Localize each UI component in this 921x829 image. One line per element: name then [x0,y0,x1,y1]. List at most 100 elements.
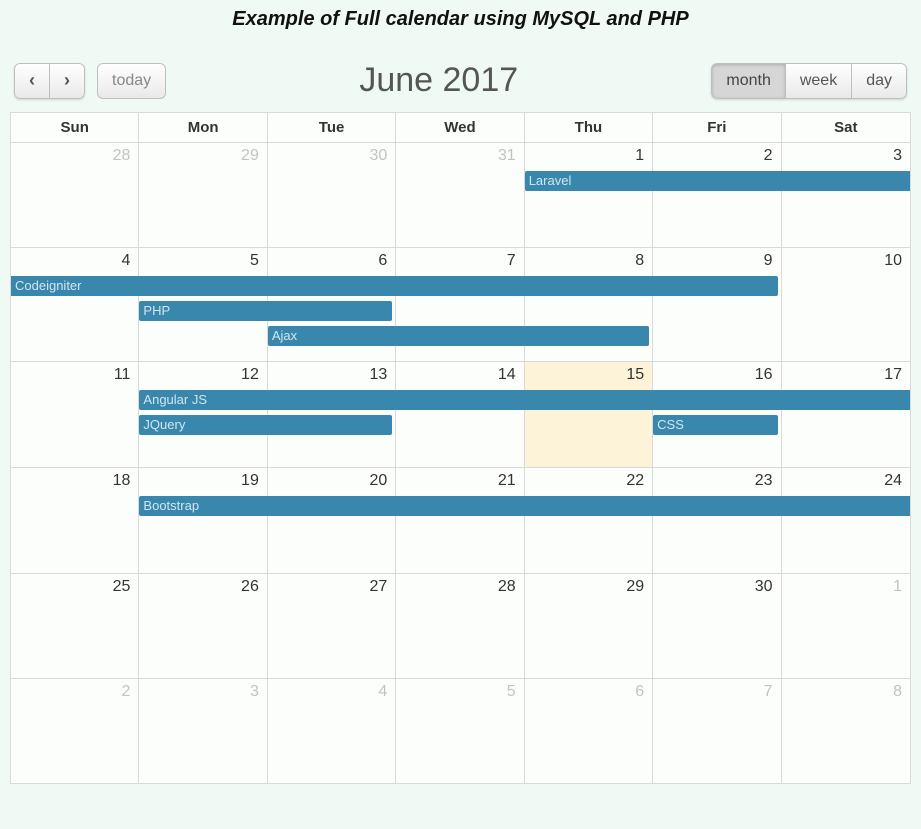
day-row: 252627 28 29 30 1 [11,574,910,678]
day-header: Sun [11,113,139,143]
day-number: 2 [11,683,130,701]
day-number: 4 [11,252,130,270]
day-cell[interactable]: 15 [525,362,653,467]
week-row: 11121314151617Angular JSJQueryCSS [11,362,910,468]
day-cell[interactable]: 23 [653,468,781,573]
day-number: 31 [396,147,515,165]
view-day-button[interactable]: day [852,63,907,99]
day-number: 20 [268,472,387,490]
day-cell[interactable]: 7 [653,679,781,783]
calendar: SunMonTueWedThuFriSat 28293031123Laravel… [10,112,911,784]
calendar-title: June 2017 [166,61,711,100]
day-number: 1 [782,578,902,596]
event-row: Codeigniter [11,276,910,298]
day-header: Fri [653,113,781,143]
day-number: 10 [782,252,902,270]
day-number: 29 [525,578,644,596]
day-cell[interactable]: 30 [268,143,396,247]
day-row: 2345678 [11,679,910,783]
day-number: 7 [653,683,772,701]
day-number: 15 [525,366,644,384]
prev-button[interactable]: ‹ [14,63,50,99]
day-cell[interactable]: 28 [11,143,139,247]
day-number: 30 [653,578,772,596]
day-number: 11 [11,366,130,384]
day-cell[interactable]: 2 [11,679,139,783]
day-number: 9 [653,252,772,270]
event[interactable]: PHP [139,301,392,321]
week-row: 2345678 [11,679,910,783]
day-number: 23 [653,472,772,490]
view-button-group: month week day [711,63,907,99]
event[interactable]: Angular JS [139,390,910,410]
day-header: Sat [782,113,910,143]
day-cell[interactable]: 22 [525,468,653,573]
day-header: Mon [139,113,267,143]
day-number: 18 [11,472,130,490]
toolbar: ‹ › today June 2017 month week day [10,61,911,112]
day-cell[interactable]: 20 [268,468,396,573]
day-cell[interactable]: 11 [11,362,139,467]
day-cell[interactable]: 31 [396,143,524,247]
day-cell[interactable]: 3 [139,679,267,783]
event[interactable]: Bootstrap [139,496,910,516]
day-cell[interactable]: 29 [525,574,653,678]
week-row: 252627 28 29 30 1 [11,574,910,679]
day-number: 29 [139,147,258,165]
day-cell[interactable]: 4 [268,679,396,783]
day-cell[interactable]: 30 [653,574,781,678]
event[interactable]: Laravel [525,171,910,191]
day-cell[interactable]: 17 [782,362,910,467]
day-number: 7 [396,252,515,270]
day-cell[interactable]: 1 [782,574,910,678]
day-cell[interactable]: 26 [139,574,267,678]
day-header: Thu [525,113,653,143]
page-title: Example of Full calendar using MySQL and… [10,0,911,61]
day-cell[interactable]: 9 [653,248,781,361]
day-cell[interactable]: 10 [782,248,910,361]
event-row: Angular JS [11,390,910,412]
day-cell[interactable]: 25 [11,574,139,678]
day-number: 14 [396,366,515,384]
day-number: 12 [139,366,258,384]
week-row: 28 29 30 31 123 Laravel [11,143,910,248]
day-cell[interactable]: 4 [11,248,139,361]
day-number: 17 [782,366,902,384]
today-button[interactable]: today [97,63,166,99]
day-cell[interactable]: 24 [782,468,910,573]
day-header: Wed [396,113,524,143]
chevron-left-icon: ‹ [29,70,35,91]
day-cell[interactable]: 6 [525,679,653,783]
day-cell[interactable]: 3 [782,143,910,247]
day-cell[interactable]: 5 [396,679,524,783]
day-cell[interactable]: 8 [782,679,910,783]
event[interactable]: Codeigniter [11,276,778,296]
day-number: 22 [525,472,644,490]
day-number: 24 [782,472,902,490]
day-row: 28 29 30 31 123 [11,143,910,247]
day-cell[interactable]: 1 [525,143,653,247]
day-cell[interactable]: 21 [396,468,524,573]
day-number: 28 [396,578,515,596]
day-cell[interactable]: 29 [139,143,267,247]
event[interactable]: JQuery [139,415,392,435]
day-cell[interactable]: 28 [396,574,524,678]
day-cell[interactable]: 18 [11,468,139,573]
day-number: 6 [268,252,387,270]
view-week-button[interactable]: week [786,63,852,99]
day-number: 1 [525,147,644,165]
day-number: 28 [11,147,130,165]
day-number: 2 [653,147,772,165]
day-cell[interactable]: 2 [653,143,781,247]
day-number: 30 [268,147,387,165]
day-number: 27 [268,578,387,596]
day-header: Tue [268,113,396,143]
view-month-button[interactable]: month [711,63,785,99]
next-button[interactable]: › [50,63,85,99]
event[interactable]: Ajax [268,326,649,346]
event[interactable]: CSS [653,415,777,435]
day-cell[interactable]: 14 [396,362,524,467]
day-cell[interactable]: 19 [139,468,267,573]
day-number: 3 [782,147,902,165]
day-cell[interactable]: 27 [268,574,396,678]
